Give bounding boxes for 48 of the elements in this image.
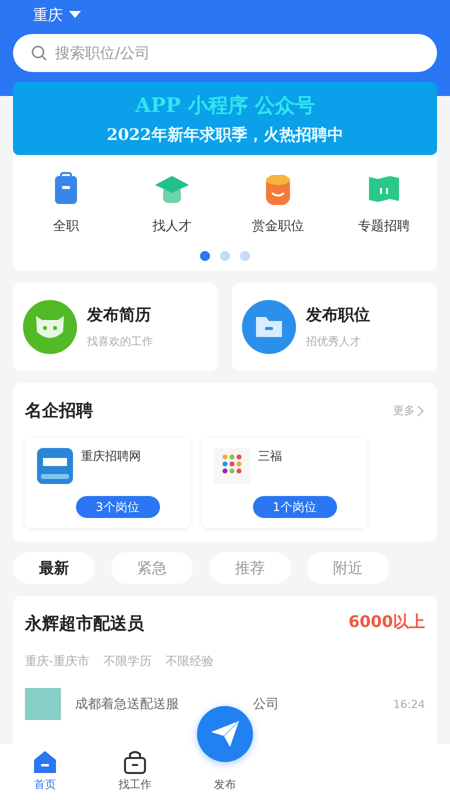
salary: 6000以上 [348, 612, 425, 633]
card-title: 发布职位 [306, 305, 370, 326]
positions-button[interactable]: 1个岗位 [252, 496, 336, 518]
publish-card[interactable]: 发布职位 招优秀人才 [232, 283, 437, 371]
positions-button[interactable]: 3个岗位 [76, 496, 160, 518]
nav-item[interactable]: 找工作 [118, 750, 152, 792]
search-icon [31, 45, 47, 61]
card-title: 发布简历 [87, 305, 152, 326]
pager-dot[interactable] [220, 251, 230, 261]
briefcase-icon [122, 750, 148, 774]
cat-face-icon [23, 300, 77, 354]
nav-item[interactable]: 发布 [214, 777, 236, 792]
quick-link[interactable]: 赏金职位 [225, 171, 331, 235]
quick-link[interactable]: 专题招聘 [331, 171, 437, 235]
company-logo-icon [214, 448, 250, 484]
job-tag: 不限经验 [165, 653, 214, 670]
quick-link[interactable]: 全职 [13, 171, 119, 235]
job-title: 永辉超市配送员 [25, 613, 144, 635]
job-card[interactable]: 永辉超市配送员 6000以上 重庆-重庆市 不限学历 不限经验 成都着急送配送服 公司 16:24 [13, 596, 437, 744]
folder-icon [242, 300, 296, 354]
publish-card[interactable]: 发布简历 找喜欢的工作 [13, 283, 218, 371]
section-title: 名企招聘 [25, 400, 93, 422]
chevron-right-icon [417, 404, 425, 416]
company-name: 三福 [258, 448, 282, 465]
card-subtitle: 找喜欢的工作 [87, 334, 153, 349]
company-name: 重庆招聘网 [81, 448, 141, 465]
company-name: 公司 [253, 696, 279, 713]
card-subtitle: 招优秀人才 [306, 334, 362, 349]
job-tag: 重庆-重庆市 [25, 653, 90, 670]
company-name: 成都着急送配送服 [75, 696, 179, 713]
company-logo-icon [37, 448, 73, 484]
pager-dot[interactable] [200, 251, 210, 261]
city-selector[interactable]: 重庆 [13, 4, 437, 26]
search-field[interactable]: 搜索职位/公司 [13, 34, 437, 72]
job-tag: 不限学历 [103, 653, 152, 670]
quick-link[interactable]: 找人才 [119, 171, 225, 235]
company-card[interactable]: 重庆招聘网 3个岗位 [25, 438, 190, 528]
nav-item[interactable]: 首页 [32, 750, 58, 792]
filter-tab[interactable]: 最新 [13, 552, 95, 584]
caret-icon [69, 11, 81, 19]
company-card[interactable]: 三福 1个岗位 [202, 438, 367, 528]
home-icon [32, 750, 58, 774]
paper-plane-icon [210, 720, 240, 748]
post-time: 16:24 [393, 698, 425, 710]
banner-headline: APP 小程序 公众号 [135, 92, 315, 118]
banner-subtitle: 2022年新年求职季，火热招聘中 [106, 124, 344, 146]
company-logo [25, 688, 61, 720]
pager-dot[interactable] [240, 251, 250, 261]
